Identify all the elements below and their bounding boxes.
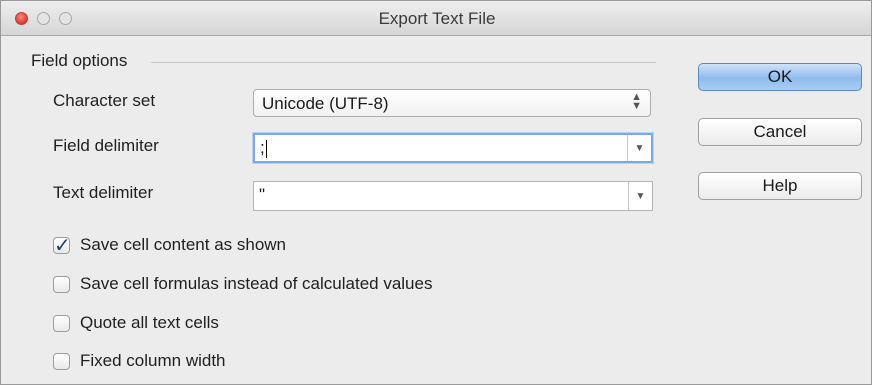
chevron-down-icon[interactable]: ▼ bbox=[627, 135, 651, 161]
text-cursor bbox=[265, 139, 267, 158]
save-as-shown-label: Save cell content as shown bbox=[80, 235, 287, 254]
window-title: Export Text File bbox=[378, 9, 496, 28]
up-down-arrows-icon: ▲ ▼ bbox=[631, 91, 642, 112]
save-formulas-option[interactable]: Save cell formulas instead of calculated… bbox=[53, 273, 432, 295]
text-delimiter-label: Text delimiter bbox=[53, 183, 154, 202]
title-bar[interactable]: Export Text File bbox=[1, 1, 871, 36]
text-delimiter-input[interactable]: " bbox=[259, 185, 265, 205]
fixed-width-option[interactable]: Fixed column width bbox=[53, 350, 226, 372]
fixed-width-checkbox[interactable] bbox=[53, 352, 70, 370]
field-delimiter-value: ; bbox=[260, 138, 265, 157]
text-delimiter-combobox[interactable]: " ▼ bbox=[253, 181, 653, 211]
quote-all-label: Quote all text cells bbox=[80, 313, 219, 332]
field-options-heading: Field options bbox=[31, 51, 128, 70]
character-set-value: Unicode (UTF-8) bbox=[262, 94, 389, 113]
cancel-button[interactable]: Cancel bbox=[698, 118, 862, 146]
quote-all-checkbox[interactable] bbox=[53, 314, 70, 332]
group-separator bbox=[151, 62, 656, 63]
field-delimiter-combobox[interactable]: ; ▼ bbox=[253, 133, 653, 163]
chevron-down-icon[interactable]: ▼ bbox=[628, 182, 652, 210]
checkmark-icon: ✓ bbox=[54, 234, 71, 257]
quote-all-option[interactable]: Quote all text cells bbox=[53, 312, 219, 334]
ok-button[interactable]: OK bbox=[698, 63, 862, 91]
save-as-shown-option[interactable]: ✓ Save cell content as shown bbox=[53, 234, 287, 257]
character-set-label: Character set bbox=[53, 91, 156, 110]
save-as-shown-checkbox[interactable]: ✓ bbox=[53, 235, 71, 257]
help-button[interactable]: Help bbox=[698, 172, 862, 200]
fixed-width-label: Fixed column width bbox=[80, 351, 226, 370]
character-set-select[interactable]: Unicode (UTF-8) ▲ ▼ bbox=[253, 89, 651, 117]
save-formulas-label: Save cell formulas instead of calculated… bbox=[80, 274, 433, 293]
field-delimiter-label: Field delimiter bbox=[53, 136, 159, 155]
export-text-file-dialog: Export Text File Field options Character… bbox=[0, 0, 872, 385]
save-formulas-checkbox[interactable] bbox=[53, 275, 70, 293]
field-delimiter-input[interactable]: ; bbox=[260, 138, 267, 158]
